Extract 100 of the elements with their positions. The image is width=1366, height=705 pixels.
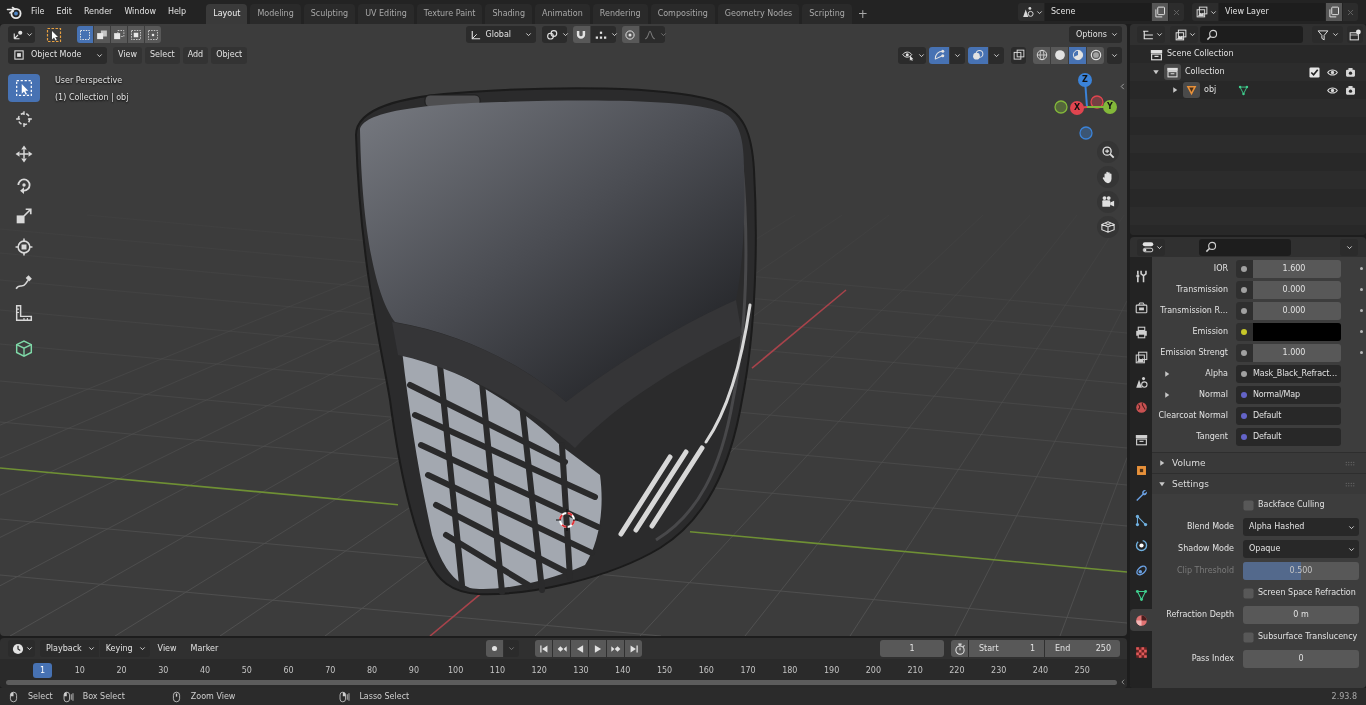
number-field[interactable]: 0.000 xyxy=(1236,301,1341,320)
checkbox-label[interactable]: Subsurface Translucency xyxy=(1258,632,1358,642)
projection-toggle-button[interactable] xyxy=(1097,216,1119,238)
shading-mode-button[interactable] xyxy=(1087,46,1104,64)
frame-ruler[interactable]: 1 10 20 30 40 50 60 70 80 90 100 110 120 130 140 150 160 170 180 190 200 210 220 230 240 250 xyxy=(0,659,1127,688)
dot-icon[interactable] xyxy=(1241,307,1247,314)
playhead[interactable]: 1 xyxy=(33,663,52,678)
preview-range-button[interactable] xyxy=(951,640,968,657)
options-dropdown[interactable]: Options xyxy=(1069,26,1122,43)
overlay-toggle-button[interactable] xyxy=(968,46,988,64)
disclosure-triangle-icon[interactable] xyxy=(1158,459,1166,467)
dot-icon[interactable] xyxy=(1241,286,1247,293)
disclosure-triangle-icon[interactable] xyxy=(1171,86,1179,94)
small-dot-icon[interactable] xyxy=(1360,351,1363,354)
negative-axis-icon[interactable] xyxy=(1090,95,1104,109)
editor-type-button[interactable] xyxy=(8,26,35,43)
new-collection-button[interactable] xyxy=(1347,26,1363,43)
scrollbar[interactable] xyxy=(6,680,1117,685)
checkbox[interactable] xyxy=(1243,499,1254,511)
color-swatch[interactable] xyxy=(1253,322,1341,341)
dropdown-menu[interactable]: Playback xyxy=(40,640,99,657)
gizmo-toggle-button[interactable] xyxy=(929,46,949,64)
small-dot-icon[interactable] xyxy=(1360,288,1363,291)
menu-item[interactable]: Edit xyxy=(50,3,78,21)
checkbox-label[interactable]: Backface Culling xyxy=(1258,500,1325,510)
shading-mode-button[interactable] xyxy=(1033,46,1050,64)
eye-icon[interactable] xyxy=(1327,84,1338,96)
linked-input-field[interactable]: Mask_Black_Refract… xyxy=(1236,364,1341,383)
small-dot-icon[interactable] xyxy=(1360,330,1363,333)
pivot-point-dropdown[interactable] xyxy=(541,26,567,43)
play-button[interactable] xyxy=(589,640,606,657)
visibility-dropdown[interactable] xyxy=(898,46,926,64)
snap-toggle-button[interactable] xyxy=(572,26,590,43)
start-frame-field[interactable]: Start 1 xyxy=(969,640,1044,657)
chevron-left-icon[interactable] xyxy=(1120,677,1126,687)
drag-handle-icon[interactable] xyxy=(1345,460,1355,466)
eye-icon[interactable] xyxy=(1327,66,1338,78)
workspace-tab[interactable]: Geometry Nodes xyxy=(717,4,800,24)
new-scene-button[interactable] xyxy=(1152,3,1168,21)
linked-input-field[interactable]: Default xyxy=(1236,406,1341,425)
view-axis-button[interactable]: X xyxy=(1070,101,1084,115)
workspace-tab[interactable]: Layout xyxy=(206,4,248,24)
outliner-item[interactable]: Scene Collection xyxy=(1167,49,1234,59)
shading-mode-button[interactable] xyxy=(1051,46,1068,64)
drag-handle-icon[interactable] xyxy=(1345,481,1355,487)
selection-mode-button[interactable] xyxy=(94,26,110,43)
linked-input-field[interactable]: Normal/Map xyxy=(1236,385,1341,404)
view-layer-name-field[interactable]: View Layer xyxy=(1219,3,1325,21)
jump-to-end-button[interactable] xyxy=(625,640,642,657)
menu-item[interactable]: Add xyxy=(182,46,209,64)
dot-icon[interactable] xyxy=(1241,328,1247,335)
display-mode-dropdown[interactable] xyxy=(1170,26,1198,43)
next-keyframe-button[interactable] xyxy=(607,640,624,657)
checkbox[interactable] xyxy=(1243,587,1254,599)
panel-header[interactable]: Volume xyxy=(1152,452,1366,473)
number-field[interactable]: 0 m xyxy=(1243,606,1359,624)
color-field[interactable] xyxy=(1236,322,1341,341)
dot-icon[interactable] xyxy=(1241,265,1247,272)
outliner-item[interactable]: Collection xyxy=(1185,67,1225,77)
xray-toggle-button[interactable] xyxy=(1011,46,1026,64)
workspace-tab[interactable]: Rendering xyxy=(592,4,648,24)
selection-mode-button[interactable] xyxy=(77,26,93,43)
workspace-tab[interactable]: Shading xyxy=(485,4,532,24)
menu-item[interactable]: Window xyxy=(118,3,162,21)
number-field[interactable]: 1.000 xyxy=(1236,343,1341,362)
dot-icon[interactable] xyxy=(1241,349,1247,356)
goggle-mask-drawing[interactable] xyxy=(355,87,757,596)
view-layer-browse-button[interactable] xyxy=(1192,3,1218,21)
negative-axis-icon[interactable] xyxy=(1079,126,1093,140)
add-workspace-button[interactable]: + xyxy=(854,4,871,24)
dropdown-menu[interactable]: Keying xyxy=(99,640,150,657)
negative-axis-icon[interactable] xyxy=(1054,100,1068,114)
number-field[interactable]: 0.000 xyxy=(1236,280,1341,299)
dropdown[interactable]: Opaque xyxy=(1243,540,1359,558)
shading-mode-button[interactable] xyxy=(1069,46,1086,64)
filter-dropdown[interactable] xyxy=(1312,26,1343,43)
play-reverse-button[interactable] xyxy=(571,640,588,657)
disclosure-triangle-icon[interactable] xyxy=(1152,68,1160,76)
tool-button[interactable] xyxy=(8,74,40,102)
transform-orientation-dropdown[interactable]: Global xyxy=(465,26,536,43)
menu-item[interactable]: View xyxy=(151,640,183,657)
chevron-left-icon[interactable] xyxy=(1119,81,1126,92)
editor-type-button[interactable] xyxy=(8,640,35,657)
mode-dropdown[interactable]: Object Mode xyxy=(8,46,107,64)
workspace-tab[interactable]: Scripting xyxy=(802,4,852,24)
zoom-button[interactable] xyxy=(1097,141,1119,163)
linked-input-field[interactable]: Default xyxy=(1236,427,1341,446)
dot-icon[interactable] xyxy=(1241,391,1247,398)
scene-browse-button[interactable] xyxy=(1018,3,1044,21)
search-field[interactable] xyxy=(1199,238,1291,256)
workspace-tab[interactable]: Modeling xyxy=(250,4,301,24)
end-frame-field[interactable]: End 250 xyxy=(1045,640,1120,657)
view-axis-button[interactable]: Y xyxy=(1103,100,1117,114)
workspace-tab[interactable]: Sculpting xyxy=(303,4,356,24)
editor-type-button[interactable] xyxy=(1137,26,1165,43)
dot-icon[interactable] xyxy=(1241,433,1247,440)
snap-target-dropdown[interactable] xyxy=(590,26,616,43)
workspace-tab[interactable]: Compositing xyxy=(650,4,715,24)
small-dot-icon[interactable] xyxy=(1360,309,1363,312)
small-dot-icon[interactable] xyxy=(1360,267,1363,270)
